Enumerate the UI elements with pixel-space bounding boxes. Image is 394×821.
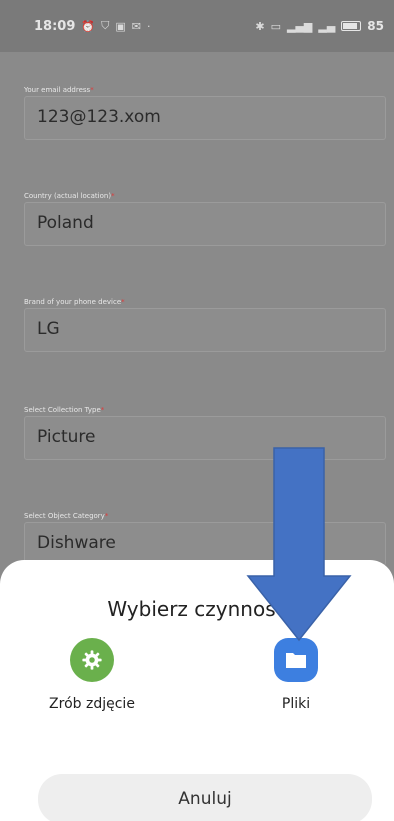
signal-icon: ▂▄▆ [286,19,313,33]
status-bar: 18:09 ⏰ ⛉ ▣ ✉ · ✱ ▭ ▂▄▆ ▂▄ 85 [0,0,394,52]
brand-label-text: Brand of your phone device [24,298,122,306]
collection-type-value: Picture [37,427,96,447]
brand-field[interactable]: LG [24,308,386,352]
folder-icon [274,638,318,682]
camera-gear-icon [70,638,114,682]
email-value: 123@123.xom [37,107,161,127]
required-mark: * [111,192,115,200]
status-bar-right: ✱ ▭ ▂▄▆ ▂▄ 85 [255,19,384,33]
take-photo-label: Zrób zdjęcie [49,696,135,712]
brand-label: Brand of your phone device* [24,298,125,306]
country-value: Poland [37,213,94,233]
required-mark: * [121,298,125,306]
object-category-value: Dishware [37,533,116,553]
collection-type-label: Select Collection Type* [24,406,104,414]
vpn-icon: ▭ [270,19,281,33]
collection-type-label-text: Select Collection Type [24,406,101,414]
email-label-text: Your email address [24,86,91,94]
country-label: Country (actual location)* [24,192,115,200]
dot-icon: · [146,19,151,33]
country-field[interactable]: Poland [24,202,386,246]
email-label: Your email address* [24,86,94,94]
brand-value: LG [37,319,60,339]
status-time: 18:09 [34,18,76,34]
battery-percent: 85 [367,19,384,33]
action-chooser-sheet: Wybierz czynność Zrób zdjęcie Pliki Anul… [0,560,394,821]
country-label-text: Country (actual location) [24,192,112,200]
battery-icon [341,21,362,31]
bluetooth-icon: ✱ [255,19,265,33]
required-mark: * [104,512,109,520]
files-label: Pliki [281,696,311,712]
cancel-button[interactable]: Anuluj [38,774,372,821]
email-field[interactable]: 123@123.xom [24,96,386,140]
take-photo-option[interactable]: Zrób zdjęcie [44,638,140,712]
collection-type-select[interactable]: Picture [24,416,386,460]
files-option[interactable]: Pliki [248,638,344,712]
mail-icon: ✉ [131,19,141,33]
alarm-icon: ⏰ [81,19,96,33]
required-mark: * [100,406,105,414]
sheet-title: Wybierz czynność [107,597,287,621]
object-category-label: Select Object Category* [24,512,108,520]
vpn-shield-icon: ⛉ [101,19,110,32]
signal-secondary-icon: ▂▄ [318,19,336,33]
teams-icon: ▣ [115,19,126,33]
object-category-label-text: Select Object Category [24,512,105,520]
required-mark: * [90,86,94,94]
status-bar-left: 18:09 ⏰ ⛉ ▣ ✉ · [34,19,150,34]
